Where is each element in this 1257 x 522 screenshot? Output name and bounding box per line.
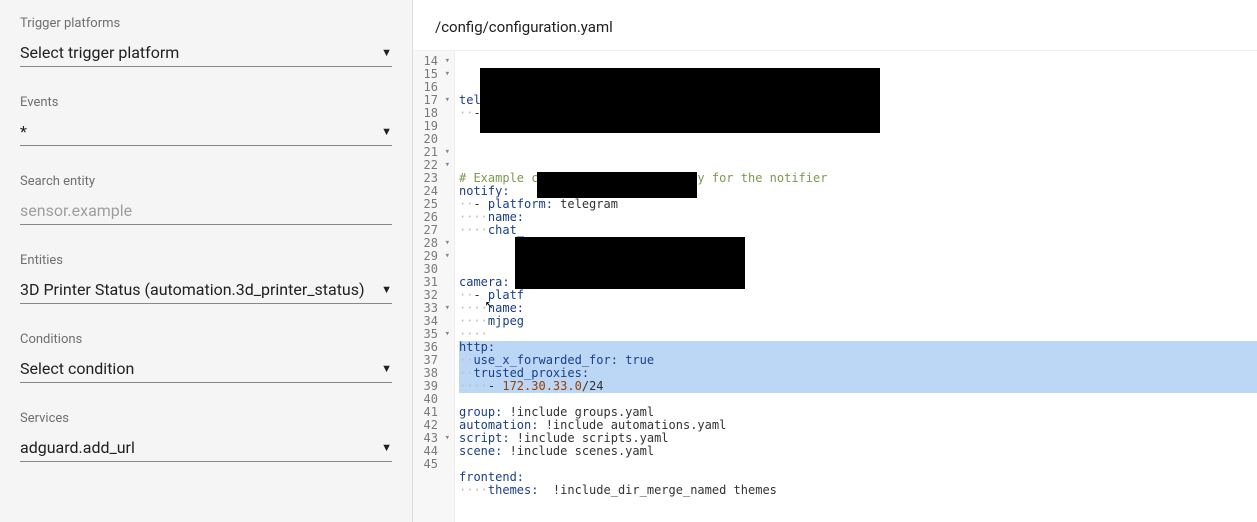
services-select[interactable]: adguard.add_url ▼ bbox=[20, 432, 392, 462]
events-select[interactable]: * ▼ bbox=[20, 116, 392, 146]
code-line[interactable]: ····name: bbox=[459, 302, 1257, 315]
events-value: * bbox=[20, 122, 27, 141]
code-line[interactable] bbox=[459, 458, 1257, 471]
conditions-group: Conditions Select condition ▼ bbox=[20, 332, 392, 383]
redacted-block bbox=[515, 237, 745, 289]
code-line[interactable]: ····chat_ bbox=[459, 224, 1257, 237]
code-line[interactable] bbox=[459, 146, 1257, 159]
events-label: Events bbox=[20, 95, 392, 110]
entities-select[interactable]: 3D Printer Status (automation.3d_printer… bbox=[20, 274, 392, 304]
code-line[interactable]: ···· bbox=[459, 328, 1257, 341]
search-entity-group: Search entity sensor.example bbox=[20, 174, 392, 225]
search-entity-label: Search entity bbox=[20, 174, 392, 189]
chevron-down-icon: ▼ bbox=[381, 441, 392, 454]
trigger-platforms-group: Trigger platforms Select trigger platfor… bbox=[20, 16, 392, 67]
conditions-select[interactable]: Select condition ▼ bbox=[20, 353, 392, 383]
code-line[interactable]: ····mjpeg bbox=[459, 315, 1257, 328]
code-line[interactable]: ··- platform: telegram bbox=[459, 198, 1257, 211]
code-line[interactable]: ····themes: !include_dir_merge_named the… bbox=[459, 484, 1257, 497]
conditions-value: Select condition bbox=[20, 359, 134, 378]
entities-group: Entities 3D Printer Status (automation.3… bbox=[20, 253, 392, 304]
dev-tools-sidebar: Trigger platforms Select trigger platfor… bbox=[0, 0, 412, 522]
services-label: Services bbox=[20, 411, 392, 426]
entities-label: Entities bbox=[20, 253, 392, 268]
code-line[interactable] bbox=[459, 497, 1257, 510]
line-number-gutter: 1415161718192021222324252627282930313233… bbox=[413, 51, 455, 522]
file-path: /config/configuration.yaml bbox=[413, 0, 1257, 51]
redacted-block bbox=[480, 68, 880, 133]
trigger-platforms-select[interactable]: Select trigger platform ▼ bbox=[20, 37, 392, 67]
code-editor[interactable]: 1415161718192021222324252627282930313233… bbox=[413, 51, 1257, 522]
chevron-down-icon: ▼ bbox=[381, 46, 392, 59]
code-line[interactable]: ····- 172.30.33.0/24 bbox=[459, 380, 1257, 393]
redacted-block bbox=[537, 172, 697, 198]
trigger-platforms-label: Trigger platforms bbox=[20, 16, 392, 31]
code-line[interactable]: ··- platf bbox=[459, 289, 1257, 302]
code-line[interactable]: scene: !include scenes.yaml bbox=[459, 445, 1257, 458]
search-entity-placeholder: sensor.example bbox=[20, 201, 132, 220]
services-group: Services adguard.add_url ▼ bbox=[20, 411, 392, 462]
chevron-down-icon: ▼ bbox=[381, 283, 392, 296]
trigger-platforms-value: Select trigger platform bbox=[20, 43, 179, 62]
chevron-down-icon: ▼ bbox=[381, 362, 392, 375]
line-number: 45 bbox=[421, 458, 452, 471]
editor-pane: /config/configuration.yaml 1415161718192… bbox=[412, 0, 1257, 522]
entities-value: 3D Printer Status (automation.3d_printer… bbox=[20, 280, 365, 299]
services-value: adguard.add_url bbox=[20, 438, 135, 457]
conditions-label: Conditions bbox=[20, 332, 392, 347]
search-entity-input[interactable]: sensor.example bbox=[20, 195, 392, 225]
code-line[interactable]: ····name: bbox=[459, 211, 1257, 224]
chevron-down-icon: ▼ bbox=[381, 125, 392, 138]
events-group: Events * ▼ bbox=[20, 95, 392, 146]
code-line[interactable] bbox=[459, 133, 1257, 146]
code-content[interactable]: ↖ telegram_bot:··- # Example configurati… bbox=[455, 51, 1257, 522]
